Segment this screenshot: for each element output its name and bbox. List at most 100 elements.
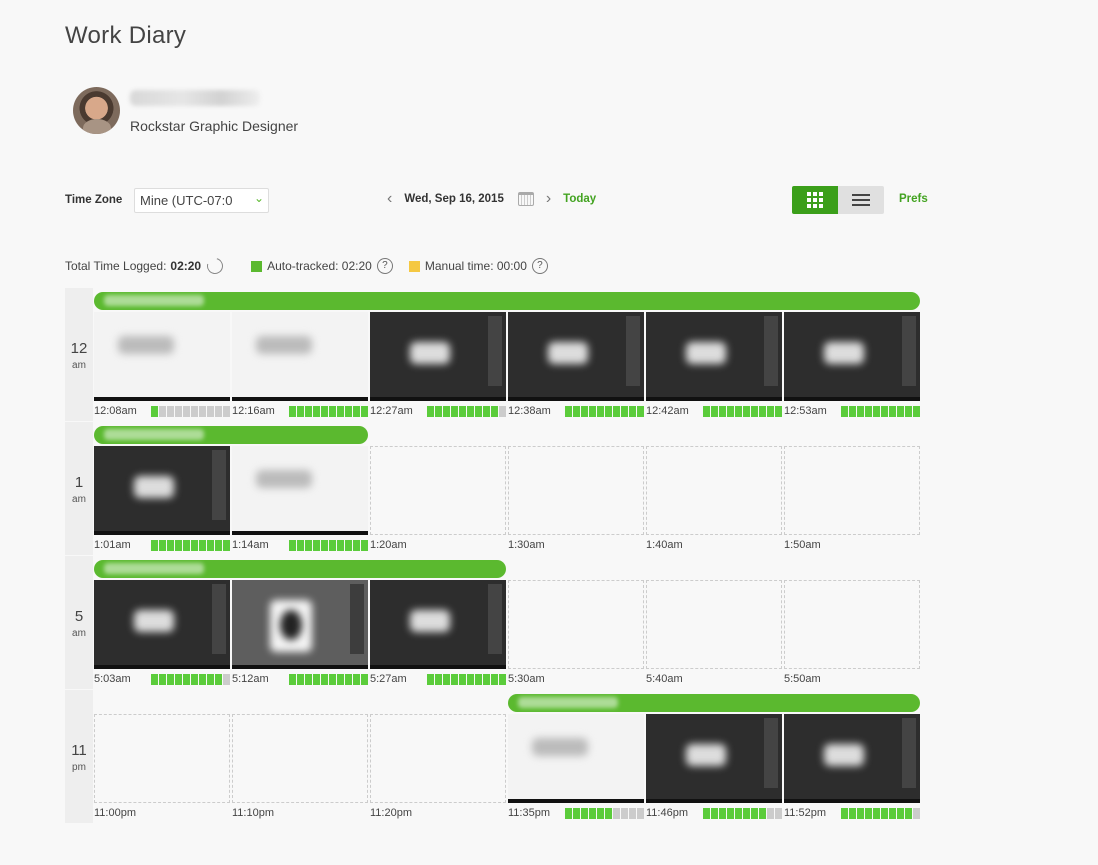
manual-time-swatch: [408, 260, 420, 272]
activity-segment-active: [175, 673, 182, 685]
slot-footer: 11:52pm: [784, 805, 920, 821]
activity-segment-active: [857, 807, 864, 819]
slot-time: 12:53am: [784, 405, 827, 417]
activity-segment-inactive: [913, 807, 920, 819]
activity-meter: [289, 405, 368, 417]
hour-number: 5: [74, 608, 84, 625]
slot-time: 1:40am: [646, 539, 683, 551]
slot-time: 5:30am: [508, 673, 545, 685]
screenshot-thumbnail[interactable]: [232, 580, 368, 669]
screenshot-thumbnail[interactable]: [94, 446, 230, 535]
profile-role: Rockstar Graphic Designer: [130, 117, 299, 134]
screenshot-thumbnail[interactable]: [508, 312, 644, 401]
chevron-left-icon[interactable]: ‹: [387, 191, 392, 207]
screenshot-thumbnail[interactable]: [94, 312, 230, 401]
activity-segment-active: [897, 807, 904, 819]
activity-segment-active: [467, 405, 474, 417]
slot-footer: 5:12am: [232, 671, 368, 687]
hour-number: 1: [74, 474, 84, 491]
activity-segment-inactive: [175, 405, 182, 417]
activity-segment-active: [289, 673, 296, 685]
time-slot: 5:30am: [508, 580, 644, 687]
time-slot: 11:35pm: [508, 714, 644, 821]
activity-segment-active: [637, 405, 644, 417]
slot-footer: 11:20pm: [370, 805, 506, 821]
time-slot: 11:46pm: [646, 714, 782, 821]
screenshot-thumbnail[interactable]: [646, 312, 782, 401]
time-slot: 1:20am: [370, 446, 506, 553]
today-link[interactable]: Today: [563, 193, 596, 205]
view-toggle: [792, 186, 884, 214]
screenshot-panel: [212, 584, 226, 654]
slot-time: 1:30am: [508, 539, 545, 551]
slot-footer: 1:01am: [94, 537, 230, 553]
screenshot-thumbnail[interactable]: [370, 580, 506, 669]
slot-time: 1:01am: [94, 539, 131, 551]
calendar-icon[interactable]: [517, 192, 534, 206]
activity-segment-active: [621, 405, 628, 417]
screenshot-thumbnail[interactable]: [232, 312, 368, 401]
activity-segment-active: [743, 807, 750, 819]
chevron-right-icon[interactable]: ›: [546, 191, 551, 207]
time-totals: Total Time Logged: 02:20 Auto-tracked: 0…: [65, 255, 548, 277]
activity-segment-inactive: [167, 405, 174, 417]
activity-segment-active: [151, 673, 158, 685]
activity-meter: [289, 673, 368, 685]
prefs-link[interactable]: Prefs: [899, 193, 928, 205]
screenshot-thumbnail[interactable]: [508, 714, 644, 803]
memo-bar[interactable]: [94, 292, 920, 310]
activity-segment-active: [337, 405, 344, 417]
memo-bar[interactable]: [94, 426, 368, 444]
activity-segment-inactive: [191, 405, 198, 417]
help-icon[interactable]: ?: [376, 258, 393, 274]
slot-footer: 1:30am: [508, 537, 644, 553]
time-slot: 12:53am: [784, 312, 920, 419]
screenshot-thumbnail[interactable]: [784, 312, 920, 401]
activity-segment-inactive: [223, 673, 230, 685]
activity-segment-active: [775, 405, 782, 417]
list-view-button[interactable]: [838, 186, 884, 214]
activity-segment-active: [443, 673, 450, 685]
screenshot-thumbnail[interactable]: [370, 312, 506, 401]
screenshot-thumbnail[interactable]: [232, 446, 368, 535]
help-icon[interactable]: ?: [531, 258, 548, 274]
activity-segment-active: [475, 673, 482, 685]
activity-segment-active: [565, 405, 572, 417]
total-time-label: Total Time Logged:: [65, 259, 167, 273]
manual-time-label: Manual time: 00:00: [424, 259, 527, 273]
activity-segment-active: [313, 405, 320, 417]
screenshot-thumbnail[interactable]: [646, 714, 782, 803]
screenshot-content: [824, 342, 864, 364]
hour-label: 12 am: [65, 288, 93, 421]
slot-footer: 12:27am: [370, 403, 506, 419]
activity-meter: [151, 405, 230, 417]
activity-segment-active: [313, 673, 320, 685]
screenshot-thumbnail[interactable]: [784, 714, 920, 803]
activity-segment-active: [605, 807, 612, 819]
activity-segment-active: [703, 405, 710, 417]
activity-meter: [841, 807, 920, 819]
activity-meter: [427, 673, 506, 685]
activity-segment-active: [905, 405, 912, 417]
grid-view-button[interactable]: [792, 186, 838, 214]
list-icon: [852, 194, 870, 206]
time-slot: 11:20pm: [370, 714, 506, 821]
activity-segment-active: [873, 807, 880, 819]
time-slot: 5:12am: [232, 580, 368, 687]
activity-segment-active: [321, 405, 328, 417]
slot-footer: 1:50am: [784, 537, 920, 553]
activity-segment-active: [151, 539, 158, 551]
screenshot-content: [134, 610, 174, 632]
activity-segment-active: [223, 539, 230, 551]
activity-meter: [703, 405, 782, 417]
screenshot-panel: [902, 718, 916, 788]
activity-segment-active: [499, 673, 506, 685]
auto-tracked-label: Auto-tracked: 02:20: [267, 259, 372, 273]
memo-bar[interactable]: [508, 694, 920, 712]
activity-segment-active: [759, 405, 766, 417]
memo-bar[interactable]: [94, 560, 506, 578]
refresh-icon[interactable]: [204, 255, 227, 277]
activity-segment-active: [581, 405, 588, 417]
screenshot-thumbnail[interactable]: [94, 580, 230, 669]
timezone-select[interactable]: Mine (UTC-07:0 ⌄: [134, 188, 269, 213]
